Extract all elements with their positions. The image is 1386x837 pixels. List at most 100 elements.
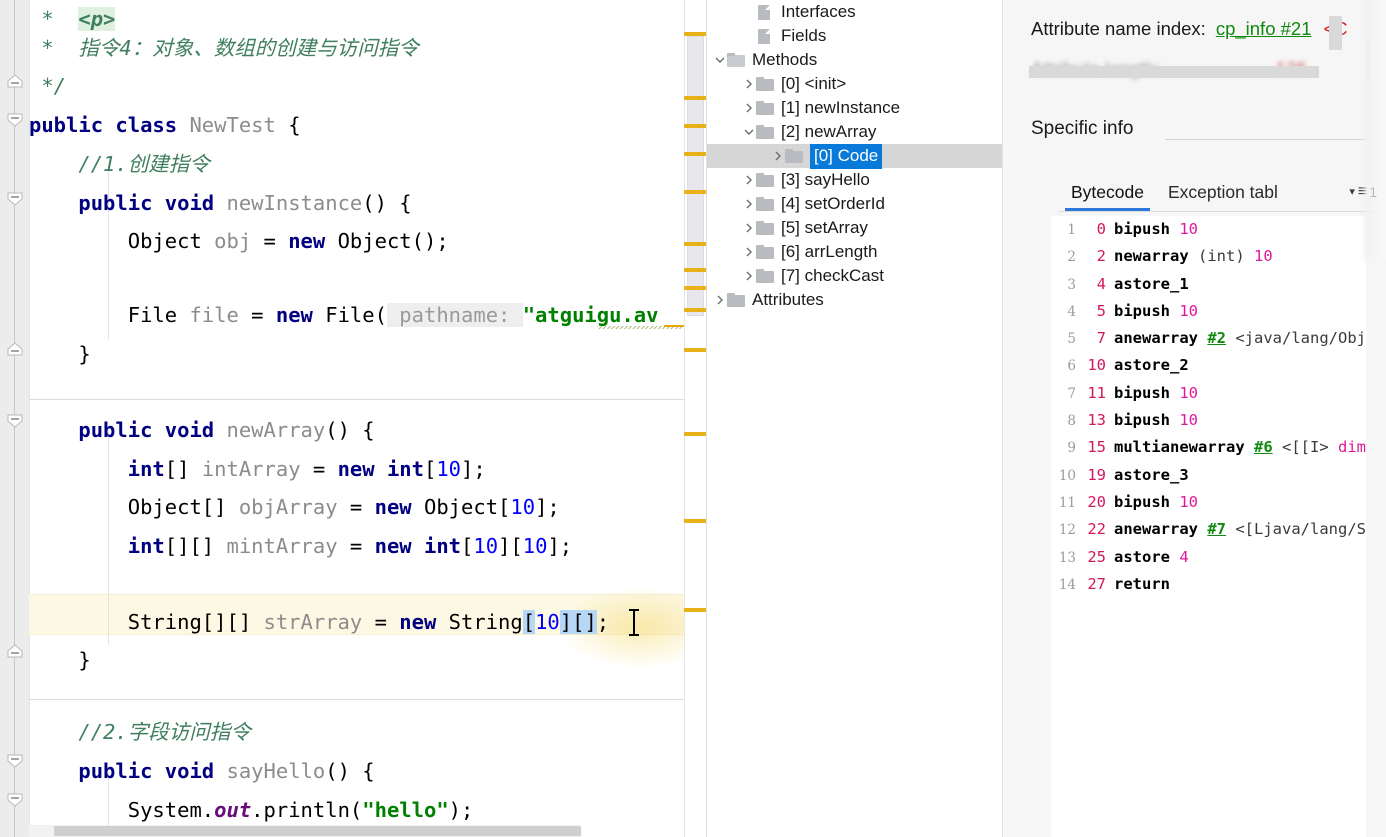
editor-marker-strip[interactable] [684,0,706,837]
code-line[interactable]: String[][] strArray = new String[10][]; [29,603,609,643]
attribute-detail-pane[interactable]: Attribute name index:cp_info #21<C Attri… [1025,0,1386,837]
chevron-down-icon[interactable] [713,53,727,67]
tree-item-0-init[interactable]: [0] <init> [707,72,1025,96]
bytecode-constant-ref[interactable]: #7 [1207,520,1226,538]
tree-item-2-newarray[interactable]: [2] newArray [707,120,1025,144]
code-line[interactable]: } [29,641,90,681]
warning-marker[interactable] [684,348,706,352]
code-line[interactable]: public void newInstance() { [29,184,411,224]
chevron-right-icon[interactable] [713,293,727,307]
warning-marker[interactable] [684,32,706,36]
fold-expand-icon[interactable] [6,190,24,208]
code-line[interactable]: File file = new File( pathname: "atguigu… [29,296,658,336]
warning-marker[interactable] [684,268,706,272]
code-line[interactable]: Object obj = new Object(); [29,222,449,262]
code-token: * [29,7,79,31]
tree-item-1-newinstance[interactable]: [1] newInstance [707,96,1025,120]
code-line[interactable]: public void newArray() { [29,411,374,451]
code-line[interactable]: */ [29,67,66,107]
chevron-down-icon[interactable]: ▾ [1349,186,1355,198]
bytecode-constant-ref[interactable]: #6 [1254,438,1273,456]
warning-marker[interactable] [684,608,706,612]
chevron-right-icon[interactable] [742,77,756,91]
tree-item-4-setorderid[interactable]: [4] setOrderId [707,192,1025,216]
code-line[interactable]: * 指令4：对象、数组的创建与访问指令 [29,29,418,69]
fold-expand-icon[interactable] [6,412,24,430]
bytecode-row[interactable]: 1 0 bipush 10 [1051,216,1366,243]
warning-marker[interactable] [684,96,706,100]
tree-item-6-arrlength[interactable]: [6] arrLength [707,240,1025,264]
fold-collapse-icon[interactable] [6,340,24,358]
warning-marker[interactable] [684,286,706,290]
bytecode-row[interactable]: 9 15 multianewarray #6 <[[I> dim 2 [1051,434,1366,461]
chevron-right-icon[interactable] [771,149,785,163]
chevron-right-icon[interactable] [742,269,756,283]
warning-marker[interactable] [684,432,706,436]
chevron-down-icon[interactable] [742,125,756,139]
tree-item-methods[interactable]: Methods [707,48,1025,72]
class-structure-tree[interactable]: Interfaces Fields Methods [0] <init> [1] new… [706,0,1025,837]
code-line[interactable]: public class NewTest { [29,106,301,146]
warning-marker[interactable] [684,190,706,194]
tab-exception-tabl[interactable]: Exception tabl [1156,180,1290,211]
code-line[interactable]: int[] intArray = new int[10]; [29,450,486,490]
chevron-right-icon[interactable] [742,197,756,211]
tree-item-3-sayhello[interactable]: [3] sayHello [707,168,1025,192]
bytecode-row[interactable]: 10 19 astore_3 [1051,462,1366,489]
code-text[interactable]: * <p> * 指令4：对象、数组的创建与访问指令 */ public class… [29,0,685,837]
bytecode-listing[interactable]: 1 0 bipush 10 2 2 newarray (int) 10 3 4 astore_1… [1051,216,1366,837]
cp-info-link[interactable]: cp_info #21 [1216,18,1312,39]
warning-marker[interactable] [684,242,706,246]
bytecode-row[interactable]: 5 7 anewarray #2 <java/lang/Object> [1051,325,1366,352]
fold-expand-icon[interactable] [6,111,24,129]
code-line[interactable]: //2.字段访问指令 [29,713,250,753]
bytecode-row[interactable]: 6 10 astore_2 [1051,352,1366,379]
bytecode-line-number: 12 [1058,522,1076,539]
fold-collapse-icon[interactable] [6,642,24,660]
code-line[interactable]: public void sayHello() { [29,752,374,792]
tree-item-7-checkcast[interactable]: [7] checkCast [707,264,1025,288]
bytecode-row[interactable]: 11 20 bipush 10 [1051,489,1366,516]
warning-marker[interactable] [684,308,706,312]
bytecode-row[interactable]: 13 25 astore 4 [1051,544,1366,571]
attribute-horizontal-scrollbar[interactable] [1029,66,1319,78]
fold-collapse-icon[interactable] [6,72,24,90]
code-line[interactable]: int[][] mintArray = new int[10][10]; [29,527,572,567]
tree-item-interfaces[interactable]: Interfaces [707,0,1025,24]
bytecode-row[interactable]: 8 13 bipush 10 [1051,407,1366,434]
bytecode-row[interactable]: 4 5 bipush 10 [1051,298,1366,325]
tree-item-0-code[interactable]: [0] Code [707,143,1025,169]
editor-vertical-scrollbar-thumb[interactable] [687,36,704,316]
code-editor-pane[interactable]: * <p> * 指令4：对象、数组的创建与访问指令 */ public class… [0,0,706,837]
code-token: [ [424,457,437,481]
bytecode-row[interactable]: 3 4 astore_1 [1051,271,1366,298]
editor-gutter[interactable] [0,0,30,837]
tree-item-fields[interactable]: Fields [707,24,1025,48]
tree-item-5-setarray[interactable]: [5] setArray [707,216,1025,240]
fold-expand-icon[interactable] [6,791,24,809]
tree-list[interactable]: Interfaces Fields Methods [0] <init> [1] new… [707,0,1025,312]
fold-expand-icon[interactable] [6,752,24,770]
code-line[interactable]: //1.创建指令 [29,145,209,185]
bytecode-row[interactable]: 2 2 newarray (int) 10 [1051,243,1366,270]
tree-item-attributes[interactable]: Attributes [707,288,1025,312]
bytecode-constant-ref[interactable]: #2 [1207,329,1226,347]
attribute-vertical-scrollbar-thumb[interactable] [1329,16,1342,50]
code-token: Object(); [337,229,449,253]
bytecode-row[interactable]: 7 11 bipush 10 [1051,380,1366,407]
bytecode-row[interactable]: 12 22 anewarray #7 <[Ljava/lang/String;> [1051,516,1366,543]
editor-horizontal-scrollbar[interactable] [29,825,581,837]
warning-marker[interactable] [684,519,706,523]
warning-marker[interactable] [684,152,706,156]
chevron-right-icon[interactable] [742,221,756,235]
chevron-right-icon[interactable] [742,245,756,259]
tab-bytecode[interactable]: Bytecode [1059,180,1156,211]
editor-horizontal-scrollbar-thumb[interactable] [54,826,581,836]
detail-tabs[interactable]: Bytecode Exception tabl [1059,180,1375,213]
chevron-right-icon[interactable] [742,173,756,187]
bytecode-row[interactable]: 14 27 return [1051,571,1366,598]
code-line[interactable]: Object[] objArray = new Object[10]; [29,488,560,528]
warning-marker[interactable] [684,124,706,128]
chevron-right-icon[interactable] [742,101,756,115]
code-line[interactable]: } [29,335,90,375]
